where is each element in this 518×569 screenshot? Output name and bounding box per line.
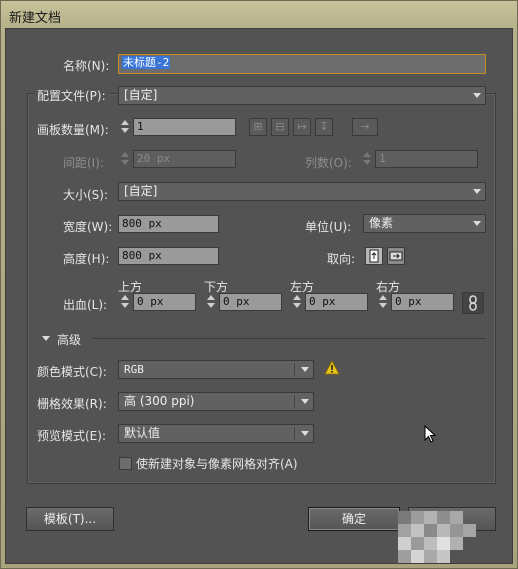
preview-mode-dropdown[interactable]: 默认值 xyxy=(118,424,314,443)
units-dropdown[interactable]: 像素 xyxy=(363,214,486,233)
bleed-bottom-input[interactable]: 0 px xyxy=(219,293,282,311)
dialog-body: 名称(N): 未标题-2 配置文件(P): [自定] 画板数量(M): 1 ⊞ … xyxy=(5,28,513,564)
chain-link-icon[interactable] xyxy=(462,292,484,314)
raster-effects-value: 高 (300 ppi) xyxy=(124,394,195,408)
size-label: 大小(S): xyxy=(63,188,109,202)
artboard-arrange-row-icon[interactable]: ↦ xyxy=(293,118,311,136)
bleed-bottom-stepper[interactable] xyxy=(205,294,217,310)
spacing-stepper[interactable] xyxy=(119,151,131,167)
artboards-input[interactable]: 1 xyxy=(133,118,236,136)
pixelated-overlay xyxy=(398,511,476,563)
height-input[interactable]: 800 px xyxy=(118,247,219,265)
columns-input[interactable]: 1 xyxy=(375,150,478,168)
artboards-label: 画板数量(M): xyxy=(37,123,109,137)
bleed-label: 出血(L): xyxy=(63,298,108,312)
mouse-cursor-icon xyxy=(424,425,436,443)
dropdown-separator xyxy=(294,395,295,408)
artboard-arrange-column-icon[interactable]: ↧ xyxy=(315,118,333,136)
profile-dropdown-value: [自定] xyxy=(124,88,158,102)
units-label: 单位(U): xyxy=(305,220,352,234)
units-dropdown-value: 像素 xyxy=(369,216,394,230)
color-mode-label: 颜色模式(C): xyxy=(37,365,107,379)
chevron-down-icon xyxy=(473,189,481,194)
columns-stepper[interactable] xyxy=(361,151,373,167)
preview-mode-label: 预览模式(E): xyxy=(37,429,106,443)
size-dropdown[interactable]: [自定] xyxy=(118,182,486,201)
width-label: 宽度(W): xyxy=(63,220,113,234)
dropdown-separator xyxy=(294,363,295,376)
bleed-right-stepper[interactable] xyxy=(377,294,389,310)
advanced-divider xyxy=(92,338,486,339)
chevron-down-icon xyxy=(301,367,309,372)
bleed-left-stepper[interactable] xyxy=(291,294,303,310)
bleed-right-input[interactable]: 0 px xyxy=(391,293,454,311)
chevron-down-icon xyxy=(301,399,309,404)
bleed-top-stepper[interactable] xyxy=(119,294,131,310)
artboards-stepper[interactable] xyxy=(119,119,131,135)
rtl-arrow-icon[interactable]: → xyxy=(352,118,378,136)
profile-dropdown[interactable]: [自定] xyxy=(118,86,486,105)
artboard-grid-by-column-icon[interactable]: ⊟ xyxy=(271,118,289,136)
color-mode-dropdown[interactable]: RGB xyxy=(118,360,314,379)
portrait-icon[interactable] xyxy=(365,247,383,265)
height-label: 高度(H): xyxy=(63,252,110,266)
color-mode-value: RGB xyxy=(124,363,144,376)
bleed-left-input[interactable]: 0 px xyxy=(305,293,368,311)
width-input[interactable]: 800 px xyxy=(118,215,219,233)
columns-label: 列数(O): xyxy=(305,156,352,170)
advanced-header[interactable]: 高级 xyxy=(57,331,81,348)
spacing-input[interactable]: 20 px xyxy=(133,150,236,168)
dialog-window: 新建文档 名称(N): 未标题-2 配置文件(P): [自定] 画板数量(M):… xyxy=(0,0,518,569)
align-pixel-grid-label: 使新建对象与像素网格对齐(A) xyxy=(136,457,298,471)
chevron-down-icon xyxy=(301,431,309,436)
orientation-label: 取向: xyxy=(327,252,356,266)
size-dropdown-value: [自定] xyxy=(124,184,158,198)
align-pixel-grid-checkbox[interactable] xyxy=(119,457,132,470)
preview-mode-value: 默认值 xyxy=(124,426,161,440)
templates-button[interactable]: 模板(T)... xyxy=(26,507,114,531)
warning-icon xyxy=(324,360,340,375)
spacing-label: 间距(I): xyxy=(63,156,104,170)
landscape-icon[interactable] xyxy=(387,247,405,265)
artboard-grid-by-row-icon[interactable]: ⊞ xyxy=(249,118,267,136)
dropdown-separator xyxy=(294,427,295,440)
chevron-down-icon xyxy=(473,93,481,98)
profile-label: 配置文件(P): xyxy=(34,87,109,104)
dialog-title: 新建文档 xyxy=(9,11,62,26)
bleed-top-input[interactable]: 0 px xyxy=(133,293,196,311)
name-input-value: 未标题-2 xyxy=(122,56,171,69)
triangle-down-icon[interactable] xyxy=(42,336,50,341)
name-input[interactable]: 未标题-2 xyxy=(118,54,486,74)
ok-button[interactable]: 确定 xyxy=(308,507,400,531)
name-label: 名称(N): xyxy=(63,59,110,73)
raster-effects-label: 栅格效果(R): xyxy=(37,397,107,411)
raster-effects-dropdown[interactable]: 高 (300 ppi) xyxy=(118,392,314,411)
chevron-down-icon xyxy=(473,221,481,226)
